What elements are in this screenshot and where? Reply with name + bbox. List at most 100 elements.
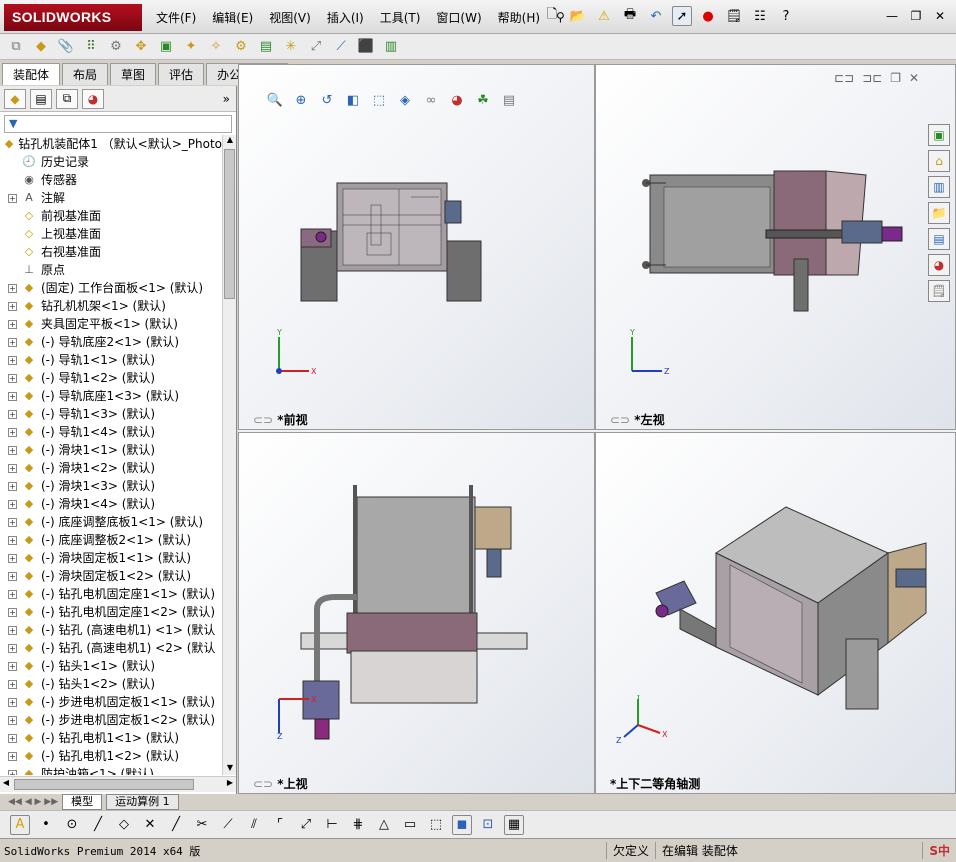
section-view-icon[interactable]: ◧ [343,90,363,110]
corner-icon[interactable]: ⌜ [270,815,290,835]
tree-item[interactable]: ⊥ 原点 [0,261,222,279]
close-icon[interactable]: ✕ [932,8,948,24]
show-hidden-icon[interactable]: ▣ [156,37,176,57]
expand-icon[interactable]: + [8,427,17,437]
expand-icon[interactable]: + [8,661,17,671]
rectangle-icon[interactable]: ▭ [400,815,420,835]
scroll-right-icon[interactable]: ▶ [224,778,236,791]
circle-icon[interactable]: ⊙ [62,815,82,835]
options-icon[interactable]: ☷ [750,6,770,26]
expand-icon[interactable]: + [8,697,17,707]
menu-item[interactable]: 窗口(W) [428,9,489,26]
custom-properties-icon[interactable]: 🗒 [928,280,950,302]
new-part-icon[interactable]: ◆ [31,37,51,57]
tree-item[interactable]: ◇ 上视基准面 [0,225,222,243]
nav-arrows-icon[interactable]: ◀◀ ◀ ▶ ▶▶ [8,797,58,807]
scissors-icon[interactable]: ✂ [192,815,212,835]
tree-item[interactable]: + ◆ (-) 钻头1<2> (默认) [0,675,222,693]
expand-icon[interactable]: + [8,679,17,689]
point-icon[interactable]: • [36,815,56,835]
tree-item[interactable]: + ◆ (-) 导轨底座1<3> (默认) [0,387,222,405]
expand-icon[interactable]: + [8,715,17,725]
tree-item[interactable]: 🕘 历史记录 [0,153,222,171]
tree-item[interactable]: + ◆ (-) 钻孔 (高速电机1) <2> (默认 [0,639,222,657]
expand-icon[interactable]: + [8,499,17,509]
expand-icon[interactable]: + [8,301,17,311]
expand-icon[interactable]: + [8,589,17,599]
solidworks-resources-icon[interactable]: ▣ [928,124,950,146]
filter-field[interactable]: ▼ [4,115,232,133]
expand-icon[interactable]: + [8,283,17,293]
hscroll-thumb[interactable] [14,779,194,790]
tree-item[interactable]: + ◆ (-) 步进电机固定板1<1> (默认) [0,693,222,711]
expand-icon[interactable]: + [8,391,17,401]
tree-item[interactable]: ◇ 右视基准面 [0,243,222,261]
new-motion-study-icon[interactable]: ⚙ [231,37,251,57]
print-icon[interactable]: 🖶 [620,6,640,26]
restore-icon[interactable]: ❐ [908,8,924,24]
tree-item[interactable]: + ◆ (-) 导轨1<4> (默认) [0,423,222,441]
tree-root[interactable]: ◆ 钻孔机装配体1 （默认<默认>_Photo [0,135,222,153]
tree-item[interactable]: + ◆ (-) 钻孔电机固定座1<1> (默认) [0,585,222,603]
expand-icon[interactable]: + [8,337,17,347]
expand-icon[interactable]: + [8,733,17,743]
new-document-icon[interactable]: 🗋 [542,6,562,26]
trim-icon[interactable]: ✕ [140,815,160,835]
shaded-box-icon[interactable]: ◼ [452,814,472,835]
menu-item[interactable]: 工具(T) [372,9,429,26]
grid-icon[interactable]: ⋕ [348,815,368,835]
view-orientation-icon[interactable]: ⬚ [369,90,389,110]
extend-icon[interactable]: ╱ [166,815,186,835]
insert-component-icon[interactable]: ⧉ [6,37,26,57]
instant3d-icon[interactable]: ⟋ [331,37,351,57]
reference-geometry-icon[interactable]: ✧ [206,37,226,57]
menu-item[interactable]: 视图(V) [261,9,319,26]
menu-item[interactable]: 编辑(E) [204,9,261,26]
view-palette-icon[interactable]: ▤ [928,228,950,250]
tree-item[interactable]: + ◆ (-) 滑块固定板1<2> (默认) [0,567,222,585]
hide-show-items-icon[interactable]: ∞ [421,90,441,110]
speedpak-icon[interactable]: ⬛ [356,37,376,57]
viewport-top[interactable]: X Z ⊂⊃ *上视 [238,432,595,794]
tree-item[interactable]: + ◆ (-) 滑块1<1> (默认) [0,441,222,459]
menu-item[interactable]: 插入(I) [319,9,372,26]
command-tab[interactable]: 评估 [158,63,205,85]
annotation-icon[interactable]: A [10,814,30,835]
bill-of-materials-icon[interactable]: ▤ [256,37,276,57]
previous-view-icon[interactable]: ↺ [317,90,337,110]
expand-icon[interactable]: + [8,193,17,203]
pattern-icon[interactable]: ⠿ [81,37,101,57]
tree-item[interactable]: ◇ 前视基准面 [0,207,222,225]
display-style-icon[interactable]: ◈ [395,90,415,110]
tree-item[interactable]: + ◆ (-) 底座调整板2<1> (默认) [0,531,222,549]
tree-item[interactable]: + ◆ (-) 步进电机固定板1<2> (默认) [0,711,222,729]
expand-icon[interactable]: + [8,355,17,365]
expand-icon[interactable]: + [8,535,17,545]
scroll-left-icon[interactable]: ◀ [0,778,12,791]
scroll-up-icon[interactable]: ▲ [224,135,236,147]
tree-item[interactable]: ◉ 传感器 [0,171,222,189]
command-tab[interactable]: 布局 [62,63,109,85]
menu-item[interactable]: 帮助(H) [490,9,548,26]
tree-item[interactable]: + ◆ (-) 钻孔电机1<2> (默认) [0,747,222,765]
ime-icon[interactable]: S中 [922,842,956,859]
appearances-icon[interactable]: ◕ [928,254,950,276]
expand-icon[interactable]: + [8,553,17,563]
expand-icon[interactable]: + [8,373,17,383]
expand-icon[interactable]: + [8,445,17,455]
viewport-left[interactable]: ⊏⊐ ⊐⊏ ❐ ✕ Y Z ⊂⊃ *左视 [595,64,956,430]
expand-icon[interactable]: + [8,517,17,527]
expand-icon[interactable]: + [8,607,17,617]
tree-item[interactable]: + ◆ (-) 滑块固定板1<1> (默认) [0,549,222,567]
expand-icon[interactable]: + [8,409,17,419]
feature-manager-tab-icon[interactable]: ◆ [4,88,26,109]
tree-item[interactable]: + ◆ (-) 导轨1<3> (默认) [0,405,222,423]
menu-item[interactable]: 文件(F) [148,9,204,26]
expand-icon[interactable]: + [8,571,17,581]
minimize-icon[interactable]: — [884,8,900,24]
viewport-isometric[interactable]: Y X Z *上下二等角轴测 [595,432,956,794]
tree-item[interactable]: + A 注解 [0,189,222,207]
polygon-icon[interactable]: ◇ [114,815,134,835]
mirror-icon[interactable]: ⟋ [218,815,238,835]
smart-fastener-icon[interactable]: ⚙ [106,37,126,57]
